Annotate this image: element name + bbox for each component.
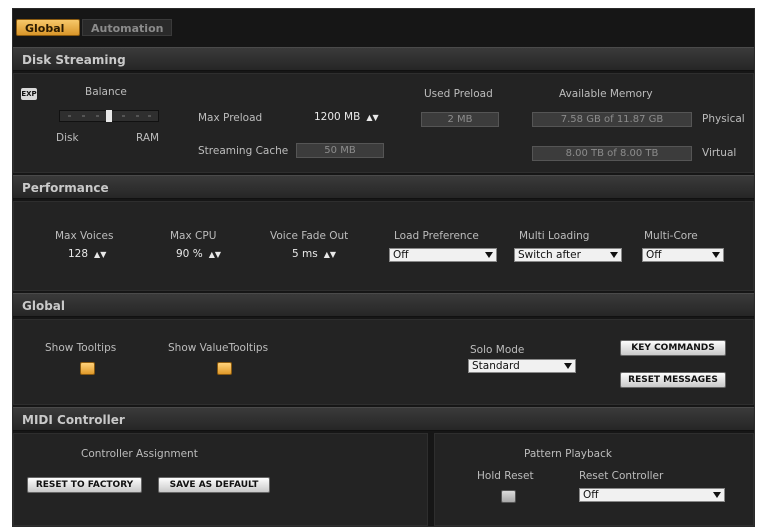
preferences-window: Global Automation Disk Streaming EXP Bal… [12, 8, 755, 527]
balance-slider-handle[interactable] [106, 110, 112, 122]
solo-mode-label: Solo Mode [470, 344, 525, 356]
hold-reset-label: Hold Reset [477, 470, 534, 482]
pattern-playback-label: Pattern Playback [524, 448, 612, 460]
reset-to-factory-button[interactable]: RESET TO FACTORY [27, 477, 142, 493]
voice-fade-out-label: Voice Fade Out [270, 230, 349, 242]
load-preference-label: Load Preference [394, 230, 479, 242]
virtual-label: Virtual [702, 147, 737, 159]
voice-fade-out-stepper[interactable]: 5 ms ▲▼ [292, 247, 336, 262]
max-preload-value: 1200 MB [314, 111, 361, 123]
dropdown-arrow-icon [610, 252, 618, 258]
global-panel: Show Tooltips Show ValueTooltips Solo Mo… [13, 319, 754, 405]
dropdown-arrow-icon [712, 252, 720, 258]
disk-label: Disk [56, 132, 79, 144]
performance-panel: Max Voices 128 ▲▼ Max CPU 90 % ▲▼ Voice Fa… [13, 201, 754, 291]
load-preference-value: Off [393, 249, 409, 261]
dropdown-arrow-icon [713, 492, 721, 498]
slider-tick [122, 115, 125, 117]
used-preload-field: 2 MB [421, 112, 499, 127]
multi-loading-label: Multi Loading [519, 230, 590, 242]
slider-tick [148, 115, 151, 117]
controller-assignment-panel: Controller Assignment RESET TO FACTORY S… [13, 433, 428, 526]
slider-tick [82, 115, 85, 117]
max-cpu-label: Max CPU [170, 230, 217, 242]
controller-assignment-label: Controller Assignment [81, 448, 198, 460]
pattern-playback-panel: Pattern Playback Hold Reset Reset Contro… [434, 433, 754, 526]
multi-core-value: Off [646, 249, 662, 261]
key-commands-button[interactable]: KEY COMMANDS [620, 340, 726, 356]
virtual-memory-field: 8.00 TB of 8.00 TB [532, 146, 692, 161]
max-preload-stepper[interactable]: 1200 MB ▲▼ [314, 110, 379, 125]
tab-automation[interactable]: Automation [82, 19, 172, 36]
voice-fade-out-value: 5 ms [292, 248, 318, 260]
reset-messages-button[interactable]: RESET MESSAGES [620, 372, 726, 388]
hold-reset-checkbox[interactable] [501, 490, 516, 503]
reset-controller-label: Reset Controller [579, 470, 664, 482]
show-tooltips-label: Show Tooltips [45, 342, 117, 354]
performance-header[interactable]: Performance [13, 175, 754, 199]
physical-memory-field: 7.58 GB of 11.87 GB [532, 112, 692, 127]
multi-core-label: Multi-Core [644, 230, 698, 242]
stepper-arrows-icon: ▲▼ [208, 250, 221, 259]
max-cpu-value: 90 % [176, 248, 203, 260]
slider-tick [96, 115, 99, 117]
used-preload-label: Used Preload [424, 88, 493, 100]
save-as-default-button[interactable]: SAVE AS DEFAULT [158, 477, 270, 493]
dropdown-arrow-icon [564, 363, 572, 369]
stepper-arrows-icon: ▲▼ [323, 250, 337, 259]
multi-loading-select[interactable]: Switch after [514, 248, 622, 262]
reset-controller-value: Off [583, 489, 599, 501]
max-voices-value: 128 [68, 248, 89, 260]
exp-button[interactable]: EXP [21, 88, 37, 100]
slider-tick [68, 115, 71, 117]
physical-label: Physical [702, 113, 745, 125]
disk-streaming-panel: EXP Balance Disk RAM Max Preload 1200 MB… [13, 73, 754, 173]
multi-core-select[interactable]: Off [642, 248, 724, 262]
max-preload-label: Max Preload [198, 112, 263, 124]
disk-streaming-header[interactable]: Disk Streaming [13, 47, 754, 71]
streaming-cache-field[interactable]: 50 MB [296, 143, 384, 158]
show-value-tooltips-label: Show ValueTooltips [168, 342, 269, 354]
ram-label: RAM [136, 132, 160, 144]
max-voices-label: Max Voices [55, 230, 114, 242]
balance-slider[interactable] [59, 110, 159, 122]
available-memory-label: Available Memory [559, 88, 653, 100]
reset-controller-select[interactable]: Off [579, 488, 725, 502]
solo-mode-value: Standard [472, 360, 520, 372]
tab-global[interactable]: Global [16, 19, 80, 36]
multi-loading-value: Switch after [518, 249, 581, 261]
show-tooltips-checkbox[interactable] [80, 362, 95, 375]
max-voices-stepper[interactable]: 128 ▲▼ [68, 247, 106, 262]
load-preference-select[interactable]: Off [389, 248, 497, 262]
max-cpu-stepper[interactable]: 90 % ▲▼ [176, 247, 221, 262]
slider-tick [136, 115, 139, 117]
show-value-tooltips-checkbox[interactable] [217, 362, 232, 375]
stepper-arrows-icon: ▲▼ [366, 113, 379, 122]
streaming-cache-label: Streaming Cache [198, 145, 289, 157]
stepper-arrows-icon: ▲▼ [94, 250, 107, 259]
global-header[interactable]: Global [13, 293, 754, 317]
balance-label: Balance [85, 86, 127, 98]
dropdown-arrow-icon [485, 252, 493, 258]
solo-mode-select[interactable]: Standard [468, 359, 576, 373]
midi-controller-header[interactable]: MIDI Controller [13, 407, 754, 431]
